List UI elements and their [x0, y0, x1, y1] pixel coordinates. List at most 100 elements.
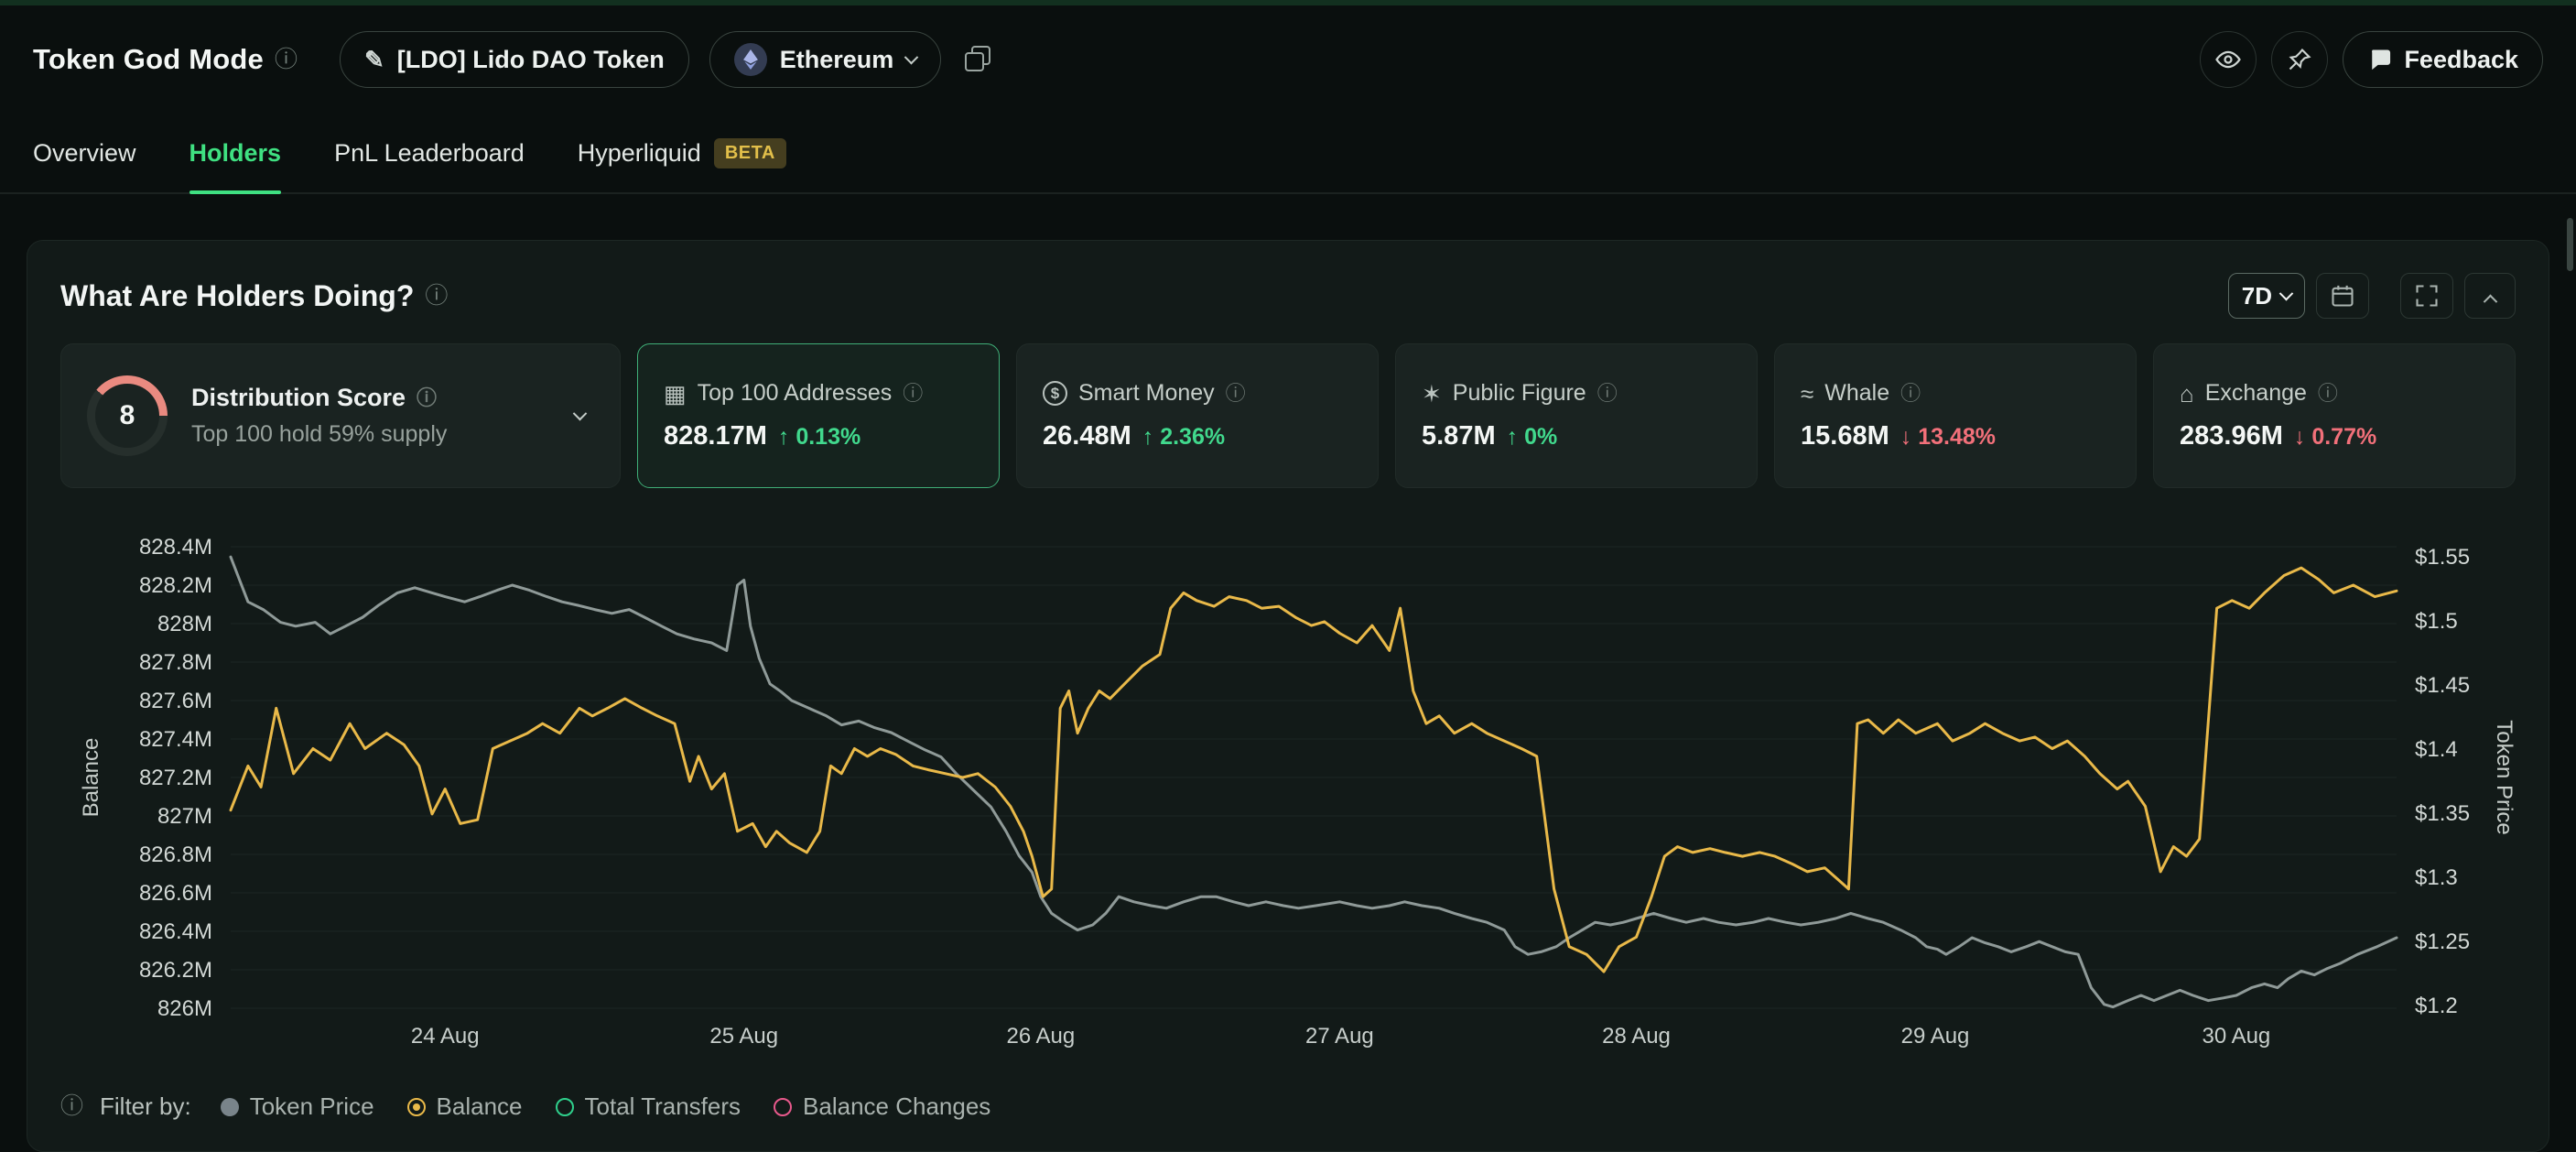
- chart-svg[interactable]: 828.4M 828.2M 828M 827.8M 827.6M 827.4M 827.2M…: [60, 514, 2517, 1056]
- whale-icon: ≈: [1801, 382, 1813, 406]
- fullscreen-button[interactable]: [2400, 273, 2453, 319]
- info-icon[interactable]: ⓘ: [903, 384, 923, 404]
- wallet-grid-icon: ▦: [664, 382, 687, 406]
- balance-dot-icon: [407, 1098, 426, 1116]
- beta-badge: BETA: [714, 138, 786, 168]
- app-header: Token God Mode ⓘ ✎ [LDO] Lido DAO Token …: [0, 5, 2576, 114]
- token-selector-label: [LDO] Lido DAO Token: [397, 46, 665, 74]
- stat-value: 828.17M: [664, 421, 767, 451]
- stat-label: Top 100 Addresses: [698, 380, 893, 407]
- tab-hyperliquid[interactable]: Hyperliquid BETA: [578, 114, 786, 192]
- scrollbar[interactable]: [2567, 218, 2573, 271]
- svg-text:826M: 826M: [157, 996, 212, 1021]
- filter-label: Filter by:: [100, 1092, 191, 1121]
- chevron-up-icon: [2483, 294, 2497, 309]
- svg-text:827.6M: 827.6M: [139, 689, 212, 713]
- pin-button[interactable]: [2271, 31, 2328, 88]
- svg-text:$1.55: $1.55: [2415, 545, 2470, 570]
- svg-text:826.4M: 826.4M: [139, 919, 212, 944]
- stat-card-exchange[interactable]: ⌂ Exchange ⓘ 283.96M ↓ 0.77%: [2153, 343, 2516, 488]
- stat-value: 26.48M: [1043, 421, 1131, 451]
- chevron-down-icon: [904, 49, 919, 64]
- coin-dollar-icon: $: [1043, 381, 1067, 406]
- svg-text:826.2M: 826.2M: [139, 958, 212, 983]
- svg-text:29 Aug: 29 Aug: [1901, 1024, 1970, 1049]
- token-selector-button[interactable]: ✎ [LDO] Lido DAO Token: [340, 31, 689, 88]
- copy-address-button[interactable]: [963, 44, 994, 75]
- stat-value: 15.68M: [1801, 421, 1889, 451]
- filter-bar: ⓘ Filter by: Token Price Balance Total T…: [60, 1092, 2516, 1121]
- y-axis-label-left: Balance: [79, 738, 104, 818]
- svg-text:$1.5: $1.5: [2415, 609, 2458, 634]
- svg-text:26 Aug: 26 Aug: [1007, 1024, 1076, 1049]
- stat-card-whale[interactable]: ≈ Whale ⓘ 15.68M ↓ 13.48%: [1774, 343, 2137, 488]
- collapse-button[interactable]: [2464, 273, 2516, 319]
- stat-card-smart-money[interactable]: $ Smart Money ⓘ 26.48M ↑ 2.36%: [1016, 343, 1379, 488]
- svg-text:827.4M: 827.4M: [139, 727, 212, 752]
- chain-selector-label: Ethereum: [780, 46, 894, 74]
- chevron-down-icon: [2279, 286, 2294, 300]
- svg-text:$1.2: $1.2: [2415, 994, 2458, 1018]
- stat-label: Public Figure: [1453, 380, 1586, 407]
- svg-text:$1.4: $1.4: [2415, 737, 2458, 762]
- tab-holders[interactable]: Holders: [189, 114, 282, 192]
- chat-icon: [2367, 47, 2393, 72]
- svg-text:$1.35: $1.35: [2415, 801, 2470, 826]
- stats-row: 8 Distribution Score ⓘ Top 100 hold 59% …: [60, 343, 2516, 488]
- page-title: Token God Mode: [33, 43, 264, 76]
- total-transfers-dot-icon: [556, 1098, 574, 1116]
- svg-text:$1.3: $1.3: [2415, 865, 2458, 890]
- svg-text:827.2M: 827.2M: [139, 766, 212, 790]
- page-title-info-icon[interactable]: ⓘ: [275, 49, 298, 71]
- svg-text:30 Aug: 30 Aug: [2203, 1024, 2271, 1049]
- tab-overview[interactable]: Overview: [33, 114, 136, 192]
- distribution-score-card[interactable]: 8 Distribution Score ⓘ Top 100 hold 59% …: [60, 343, 621, 488]
- svg-text:27 Aug: 27 Aug: [1305, 1024, 1374, 1049]
- svg-text:$1.45: $1.45: [2415, 673, 2470, 698]
- bank-icon: ⌂: [2180, 382, 2194, 406]
- chain-selector-button[interactable]: Ethereum: [709, 31, 942, 88]
- legend-item-total-transfers[interactable]: Total Transfers: [556, 1092, 741, 1121]
- svg-text:827M: 827M: [157, 804, 212, 829]
- info-icon[interactable]: ⓘ: [1900, 384, 1921, 404]
- stat-change: ↑ 0.13%: [778, 424, 860, 451]
- svg-text:826.6M: 826.6M: [139, 881, 212, 906]
- balance-changes-dot-icon: [774, 1098, 792, 1116]
- distribution-gauge: 8: [87, 375, 168, 456]
- legend-item-token-price[interactable]: Token Price: [221, 1092, 374, 1121]
- stat-change: ↓ 0.77%: [2294, 424, 2376, 451]
- legend-item-balance[interactable]: Balance: [407, 1092, 523, 1121]
- chevron-down-icon[interactable]: [573, 406, 588, 420]
- visibility-toggle-button[interactable]: [2200, 31, 2257, 88]
- feedback-button[interactable]: Feedback: [2343, 31, 2543, 88]
- calendar-button[interactable]: [2316, 273, 2369, 319]
- info-icon[interactable]: ⓘ: [2318, 384, 2338, 404]
- distribution-info-icon[interactable]: ⓘ: [417, 388, 437, 408]
- svg-text:828.2M: 828.2M: [139, 573, 212, 598]
- stat-value: 283.96M: [2180, 421, 2283, 451]
- holders-chart[interactable]: Balance Token Price 828.4M 828.2M 828M 827.…: [27, 514, 2549, 1056]
- fullscreen-icon: [2414, 283, 2440, 309]
- svg-text:24 Aug: 24 Aug: [411, 1024, 480, 1049]
- svg-text:28 Aug: 28 Aug: [1602, 1024, 1671, 1049]
- legend-item-balance-changes[interactable]: Balance Changes: [774, 1092, 990, 1121]
- svg-text:828.4M: 828.4M: [139, 535, 212, 560]
- svg-text:827.8M: 827.8M: [139, 650, 212, 675]
- distribution-subtitle: Top 100 hold 59% supply: [191, 421, 447, 448]
- stat-card-public-figure[interactable]: ✶ Public Figure ⓘ 5.87M ↑ 0%: [1395, 343, 1758, 488]
- holders-panel: What Are Holders Doing? ⓘ 7D: [27, 240, 2549, 1152]
- filter-info-icon[interactable]: ⓘ: [60, 1095, 83, 1118]
- panel-info-icon[interactable]: ⓘ: [425, 285, 448, 308]
- stat-card-top-100-addresses[interactable]: ▦ Top 100 Addresses ⓘ 828.17M ↑ 0.13%: [637, 343, 1000, 488]
- y-axis-label-right: Token Price: [2491, 720, 2516, 834]
- info-icon[interactable]: ⓘ: [1226, 384, 1246, 404]
- stat-value: 5.87M: [1422, 421, 1496, 451]
- svg-text:828M: 828M: [157, 612, 212, 636]
- tab-pnl-leaderboard[interactable]: PnL Leaderboard: [334, 114, 525, 192]
- pin-icon: [2287, 47, 2312, 72]
- date-range-button[interactable]: 7D: [2228, 273, 2305, 319]
- stat-label: Whale: [1824, 380, 1889, 407]
- info-icon[interactable]: ⓘ: [1597, 384, 1618, 404]
- stat-change: ↑ 0%: [1507, 424, 1558, 451]
- stat-label: Smart Money: [1078, 380, 1215, 407]
